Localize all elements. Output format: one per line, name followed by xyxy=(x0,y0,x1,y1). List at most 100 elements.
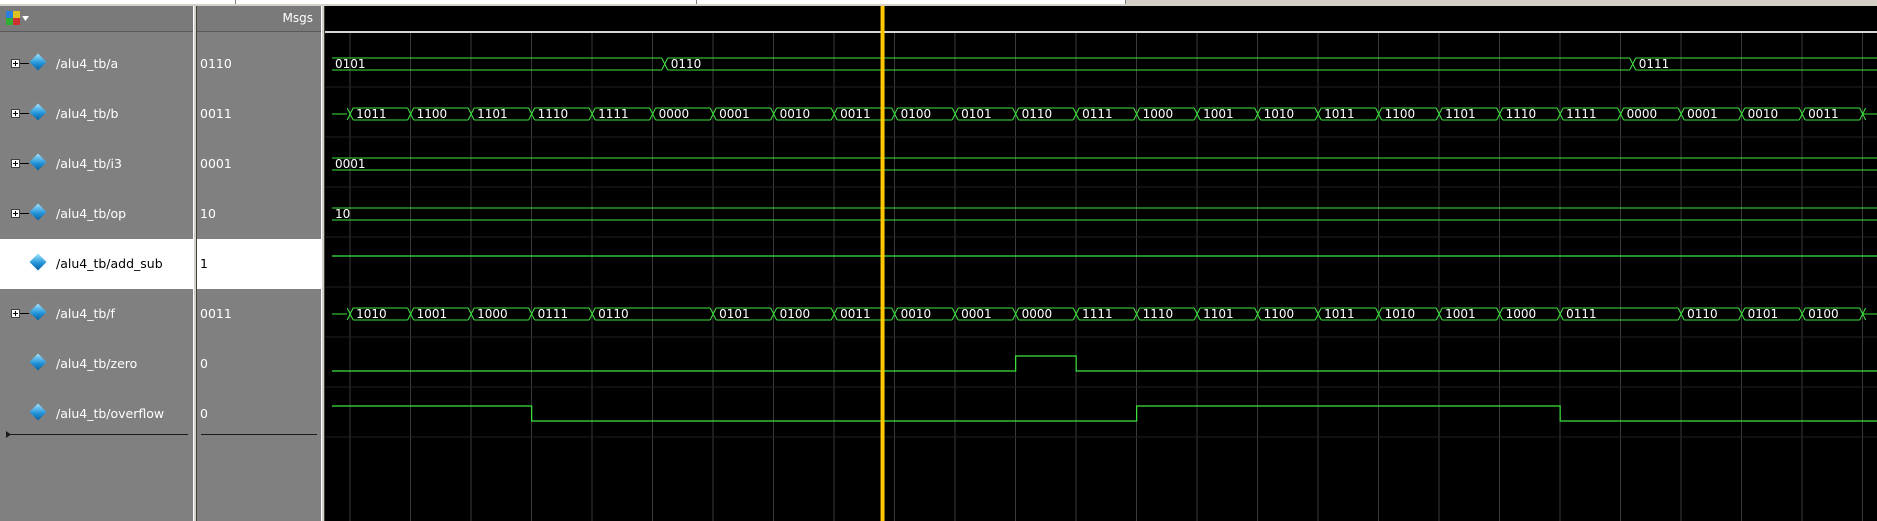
f-bus-value-label: 0110 xyxy=(1687,307,1718,321)
signal-row[interactable]: /alu4_tb/zero xyxy=(0,339,193,389)
tree-line xyxy=(20,113,29,114)
signal-row[interactable]: /alu4_tb/add_sub xyxy=(0,239,193,289)
signal-diamond-icon xyxy=(29,303,47,321)
f-bus-value-label: 1110 xyxy=(1143,307,1174,321)
waveform-pane[interactable]: 0101 0110 0111 1011 1100 1101 1110 1111 0000 0001… xyxy=(325,6,1877,521)
a-bus-value-label: 0111 xyxy=(1639,57,1670,71)
b-bus-value-label: 0011 xyxy=(1808,107,1839,121)
a-bus-transition xyxy=(1629,57,1637,71)
b-bus-value-label: 0010 xyxy=(1748,107,1779,121)
overflow-bit-trace xyxy=(332,405,1877,422)
b-bus-value-label: 1010 xyxy=(1264,107,1295,121)
signal-diamond-icon xyxy=(29,103,47,121)
signal-value: 0011 xyxy=(200,106,232,121)
f-bus-value-label: 0011 xyxy=(840,307,871,321)
b-bus-value-label: 0100 xyxy=(901,107,932,121)
signal-name: /alu4_tb/overflow xyxy=(56,406,165,421)
signal-value-row[interactable]: 10 xyxy=(197,189,321,239)
b-bus-value-label: 1110 xyxy=(538,107,569,121)
b-bus-value-label: 0111 xyxy=(1082,107,1113,121)
signal-value-row[interactable]: 0011 xyxy=(197,289,321,339)
b-bus-value-label: 1110 xyxy=(1506,107,1537,121)
insertion-marker-icon xyxy=(6,431,11,438)
i3-bus-value-label: 0001 xyxy=(335,157,366,171)
b-bus-value-label: 1111 xyxy=(1566,107,1597,121)
f-bus-value-label: 1010 xyxy=(356,307,387,321)
signal-value: 0 xyxy=(200,356,208,371)
b-bus-value-label: 1111 xyxy=(598,107,629,121)
signal-value: 1 xyxy=(200,256,208,271)
time-cursor xyxy=(880,6,885,521)
signal-name: /alu4_tb/add_sub xyxy=(56,256,163,271)
tree-line xyxy=(20,213,29,214)
f-bus-value-label: 1011 xyxy=(1324,307,1355,321)
msgs-header-label: Msgs xyxy=(282,11,313,25)
signal-value-row[interactable]: 0 xyxy=(197,389,321,439)
signal-value: 0011 xyxy=(200,306,232,321)
signal-name: /alu4_tb/f xyxy=(56,306,115,321)
tree-line xyxy=(20,313,29,314)
signal-diamond-icon xyxy=(29,153,47,171)
signal-value-row[interactable]: 0110 xyxy=(197,39,321,89)
b-bus-value-label: 1011 xyxy=(356,107,387,121)
f-bus-value-label: 1010 xyxy=(1385,307,1416,321)
f-bus-value-label: 0101 xyxy=(1748,307,1779,321)
signal-name: /alu4_tb/a xyxy=(56,56,119,71)
b-bus-value-label: 1101 xyxy=(477,107,508,121)
b-bus-value-label: 0101 xyxy=(961,107,992,121)
f-bus-value-label: 1111 xyxy=(1082,307,1113,321)
signal-diamond-icon xyxy=(29,353,47,371)
signal-value: 0001 xyxy=(200,156,232,171)
expand-icon[interactable] xyxy=(11,209,20,218)
signal-row[interactable]: /alu4_tb/a xyxy=(0,39,193,89)
expand-icon[interactable] xyxy=(11,159,20,168)
f-bus-value-label: 0111 xyxy=(1566,307,1597,321)
b-bus-value-label: 1100 xyxy=(417,107,448,121)
expand-icon[interactable] xyxy=(11,309,20,318)
signal-row[interactable]: /alu4_tb/f xyxy=(0,289,193,339)
signal-diamond-icon xyxy=(29,403,47,421)
tree-line xyxy=(20,163,29,164)
a-bus-value-label: 0101 xyxy=(335,57,366,71)
a-bus-transition xyxy=(661,57,669,71)
f-bus-value-label: 0010 xyxy=(901,307,932,321)
waveform-canvas[interactable]: 0101 0110 01111011 1100 1101 1110 1111 0000 0001… xyxy=(325,6,1877,521)
expand-icon[interactable] xyxy=(11,59,20,68)
wave-window-menu-icon[interactable] xyxy=(6,11,29,25)
b-bus-value-label: 1101 xyxy=(1445,107,1476,121)
f-bus-value-label: 1000 xyxy=(1506,307,1537,321)
signal-row[interactable]: /alu4_tb/i3 xyxy=(0,139,193,189)
f-bus-value-label: 1001 xyxy=(417,307,448,321)
value-pane: Msgs 0110 0011 0001 10 1 0011 0 0 xyxy=(197,6,321,521)
f-bus-value-label: 1001 xyxy=(1445,307,1476,321)
f-bus-value-label: 0100 xyxy=(780,307,811,321)
signal-value-row[interactable]: 0001 xyxy=(197,139,321,189)
signal-value: 10 xyxy=(200,206,216,221)
b-bus-value-label: 1011 xyxy=(1324,107,1355,121)
signal-row[interactable]: /alu4_tb/b xyxy=(0,89,193,139)
signal-name-pane: /alu4_tb/a/alu4_tb/b/alu4_tb/i3/alu4_tb/… xyxy=(0,6,193,521)
expand-icon[interactable] xyxy=(11,109,20,118)
signal-name: /alu4_tb/i3 xyxy=(56,156,122,171)
b-bus-value-label: 0000 xyxy=(1627,107,1658,121)
b-bus-value-label: 0001 xyxy=(719,107,750,121)
signal-value-row[interactable]: 0 xyxy=(197,339,321,389)
f-bus-value-label: 0111 xyxy=(538,307,569,321)
op-bus-value-label: 10 xyxy=(335,207,350,221)
signal-value-row[interactable]: 1 xyxy=(197,239,321,289)
b-bus-value-label: 0010 xyxy=(780,107,811,121)
wave-header-separator xyxy=(325,31,1877,33)
zero-bit-trace xyxy=(332,355,1877,372)
signal-value: 0 xyxy=(200,406,208,421)
signal-value-row[interactable]: 0011 xyxy=(197,89,321,139)
signal-diamond-icon xyxy=(29,53,47,71)
tree-line xyxy=(20,63,29,64)
signal-name: /alu4_tb/zero xyxy=(56,356,138,371)
signal-row[interactable]: /alu4_tb/overflow xyxy=(0,389,193,439)
f-bus-value-label: 0001 xyxy=(961,307,992,321)
chevron-down-icon xyxy=(22,16,29,21)
b-bus-value-label: 1100 xyxy=(1385,107,1416,121)
insertion-divider xyxy=(6,434,188,435)
b-bus-value-label: 1001 xyxy=(1203,107,1234,121)
signal-row[interactable]: /alu4_tb/op xyxy=(0,189,193,239)
